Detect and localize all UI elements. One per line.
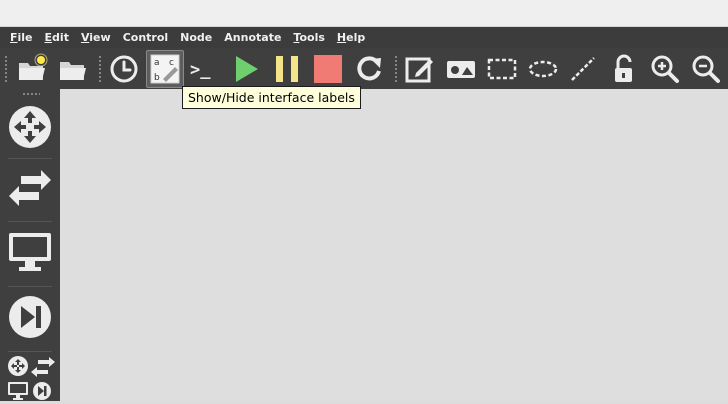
- menu-bar: File Edit View Control Node Annotate Too…: [0, 27, 728, 48]
- browse-end-devices-button[interactable]: [4, 224, 56, 280]
- reload-button[interactable]: [350, 50, 388, 88]
- tooltip: Show/Hide interface labels: [182, 86, 361, 109]
- draw-line-icon: [571, 56, 596, 81]
- add-note-icon: [405, 57, 433, 82]
- switch-icon: [9, 170, 51, 206]
- zoom-in-button[interactable]: [646, 50, 684, 88]
- menu-edit[interactable]: Edit: [39, 27, 75, 48]
- device-type-panel: [0, 89, 60, 401]
- browse-switches-button[interactable]: [4, 161, 56, 217]
- stop-button[interactable]: [309, 50, 347, 88]
- menu-tools-label: ools: [299, 31, 325, 44]
- draw-ellipse-button[interactable]: [524, 50, 562, 88]
- new-project-icon: [18, 53, 48, 80]
- labels-glyph-c: c: [169, 58, 174, 68]
- insert-image-button[interactable]: [442, 50, 480, 88]
- snapshot-button[interactable]: [105, 50, 143, 88]
- browse-all-devices-button[interactable]: [6, 356, 56, 400]
- monitor-icon: [9, 233, 51, 271]
- toolbar-separator: [393, 54, 398, 83]
- menu-node[interactable]: Node: [174, 27, 218, 48]
- draw-rectangle-icon: [487, 58, 516, 79]
- menu-file-label: ile: [17, 31, 33, 44]
- menu-help-mnemonic: H: [336, 31, 347, 44]
- console-icon: >_: [190, 60, 211, 80]
- panel-separator: [8, 221, 52, 222]
- browse-routers-button[interactable]: [4, 99, 56, 155]
- menu-annotate[interactable]: Annotate: [218, 27, 287, 48]
- panel-separator: [8, 286, 52, 287]
- panel-separator: [8, 158, 52, 159]
- menu-tools[interactable]: Tools: [287, 27, 330, 48]
- suspend-button[interactable]: [268, 50, 306, 88]
- snapshot-icon: [110, 55, 138, 82]
- draw-rectangle-button[interactable]: [483, 50, 521, 88]
- add-note-button[interactable]: [401, 50, 439, 88]
- start-icon: [236, 55, 259, 82]
- skip-forward-icon: [9, 296, 51, 338]
- menu-edit-label: dit: [52, 31, 69, 44]
- menu-file-mnemonic: F: [10, 31, 18, 44]
- labels-glyph-a: a: [154, 58, 160, 68]
- draw-line-button[interactable]: [565, 50, 603, 88]
- show-hide-labels-button[interactable]: a c b: [145, 49, 184, 88]
- draw-ellipse-icon: [528, 60, 557, 77]
- console-glyph: >_: [190, 60, 211, 80]
- panel-separator: [8, 351, 52, 352]
- menu-edit-mnemonic: E: [44, 31, 53, 44]
- menu-file[interactable]: File: [4, 27, 39, 48]
- menu-node-label: Node: [180, 31, 213, 44]
- zoom-in-icon: [651, 55, 680, 83]
- lock-button[interactable]: [605, 50, 643, 88]
- window-titlebar: [0, 0, 728, 27]
- stop-icon: [314, 54, 343, 83]
- labels-glyph-b: b: [154, 73, 160, 83]
- open-project-button[interactable]: [54, 50, 92, 88]
- start-button[interactable]: [227, 50, 265, 88]
- menu-help-label: elp: [346, 31, 366, 44]
- menu-view-label: iew: [89, 31, 111, 44]
- menu-control-label: Control: [122, 31, 169, 44]
- topology-canvas[interactable]: [60, 89, 728, 401]
- menu-view[interactable]: View: [75, 27, 117, 48]
- panel-grip[interactable]: [22, 92, 40, 96]
- all-devices-icon: [8, 356, 55, 400]
- new-project-button[interactable]: [13, 50, 51, 88]
- zoom-out-button[interactable]: [687, 50, 725, 88]
- insert-image-icon: [446, 60, 475, 78]
- menu-annotate-label: Annotate: [224, 31, 282, 44]
- router-icon: [9, 106, 51, 148]
- menu-help[interactable]: Help: [331, 27, 371, 48]
- toolbar-separator: [97, 54, 102, 83]
- suspend-icon: [276, 55, 299, 82]
- browse-security-devices-button[interactable]: [4, 289, 56, 345]
- open-project-icon: [59, 61, 86, 80]
- menu-control[interactable]: Control: [117, 27, 174, 48]
- zoom-out-icon: [692, 55, 721, 83]
- show-hide-labels-icon: a c b: [150, 54, 180, 83]
- main-toolbar: a c b >_: [0, 48, 728, 89]
- reload-icon: [357, 55, 382, 80]
- lock-icon: [615, 54, 633, 82]
- toolbar-grip[interactable]: [4, 54, 8, 83]
- console-button[interactable]: >_: [187, 50, 225, 88]
